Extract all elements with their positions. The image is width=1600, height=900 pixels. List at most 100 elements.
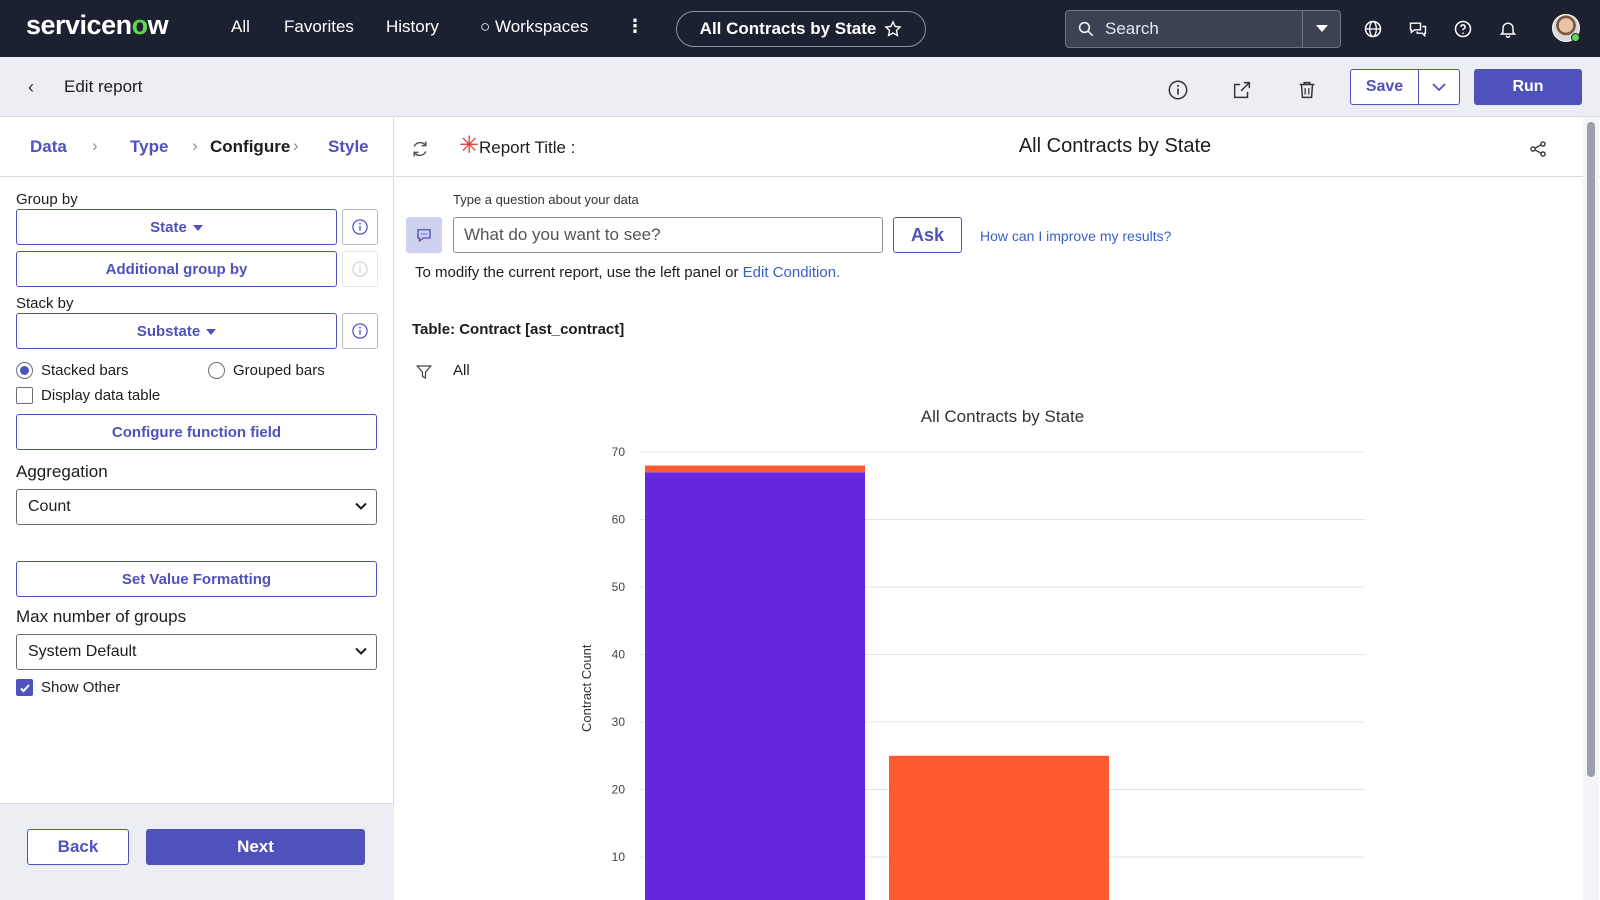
page-title: Edit report bbox=[64, 77, 143, 96]
stack-by-label: Stack by bbox=[16, 295, 74, 312]
refresh-icon[interactable] bbox=[410, 139, 430, 159]
chat-icon[interactable] bbox=[1408, 19, 1428, 39]
nlq-label: Type a question about your data bbox=[453, 192, 639, 207]
report-title-label: Report Title : bbox=[479, 138, 576, 157]
help-icon[interactable] bbox=[1453, 19, 1473, 39]
show-other-checkbox[interactable] bbox=[16, 679, 33, 696]
step-type[interactable]: Type bbox=[130, 137, 168, 157]
nav-all[interactable]: All bbox=[231, 17, 250, 37]
stacked-bars-radio[interactable] bbox=[16, 362, 33, 379]
bar-segment bbox=[645, 472, 865, 900]
nav-history[interactable]: History bbox=[386, 17, 439, 37]
run-button[interactable]: Run bbox=[1474, 69, 1582, 105]
edit-report-header: ‹ Edit report Save Run bbox=[0, 57, 1600, 117]
search-input[interactable]: Search bbox=[1105, 19, 1302, 39]
y-tick-label: 20 bbox=[612, 783, 626, 797]
chevron-down-icon bbox=[355, 647, 367, 655]
max-groups-label: Max number of groups bbox=[16, 607, 187, 626]
logo-text-o: o bbox=[131, 10, 149, 40]
report-title-field[interactable]: All Contracts by State bbox=[955, 135, 1275, 158]
save-split-button: Save bbox=[1350, 69, 1460, 105]
vertical-scrollbar[interactable] bbox=[1587, 122, 1595, 777]
nav-workspaces[interactable]: ○ Workspaces bbox=[480, 17, 588, 37]
grouped-bars-label: Grouped bars bbox=[233, 362, 325, 379]
bar-segment bbox=[889, 755, 1109, 900]
favorite-star-icon[interactable] bbox=[884, 20, 902, 38]
next-button[interactable]: Next bbox=[146, 829, 365, 865]
group-by-button[interactable]: State bbox=[16, 209, 337, 245]
filter-condition[interactable]: All bbox=[453, 362, 470, 379]
show-other-option[interactable]: Show Other bbox=[16, 679, 120, 696]
ask-button[interactable]: Ask bbox=[893, 217, 962, 253]
back-button[interactable]: Back bbox=[27, 829, 129, 865]
info-icon bbox=[352, 323, 368, 339]
additional-group-by-info-button bbox=[342, 251, 378, 287]
step-style[interactable]: Style bbox=[328, 137, 369, 157]
save-options-dropdown[interactable] bbox=[1419, 70, 1459, 104]
nlq-question-input[interactable]: What do you want to see? bbox=[453, 217, 883, 253]
info-icon bbox=[352, 261, 368, 277]
caret-down-icon bbox=[206, 329, 217, 335]
step-separator-icon: › bbox=[192, 136, 198, 155]
set-value-formatting-button[interactable]: Set Value Formatting bbox=[16, 561, 377, 597]
step-configure[interactable]: Configure bbox=[210, 137, 290, 157]
caret-down-icon bbox=[1315, 25, 1328, 32]
more-menu-icon[interactable]: ⋮ bbox=[626, 16, 644, 37]
filter-icon[interactable] bbox=[415, 363, 433, 381]
max-groups-select[interactable]: System Default bbox=[16, 634, 377, 670]
share-export-icon[interactable] bbox=[1231, 79, 1253, 101]
back-chevron-icon[interactable]: ‹ bbox=[28, 77, 34, 98]
edit-condition-link[interactable]: Edit Condition. bbox=[743, 264, 841, 281]
required-asterisk-icon: ✳ bbox=[459, 132, 480, 159]
nav-favorites[interactable]: Favorites bbox=[284, 17, 354, 37]
top-navigation-bar: servicenow All Favorites History ○ Works… bbox=[0, 0, 1600, 57]
report-preview-area: ✳ Report Title : All Contracts by State … bbox=[395, 117, 1600, 900]
chevron-down-icon bbox=[355, 502, 367, 510]
wizard-footer: Back Next bbox=[0, 803, 394, 900]
bar-segment bbox=[645, 465, 865, 473]
presence-indicator bbox=[1571, 33, 1580, 42]
aggregation-select[interactable]: Count bbox=[16, 489, 377, 525]
nlq-assistant-button[interactable] bbox=[406, 217, 442, 253]
chevron-down-icon bbox=[1432, 83, 1446, 92]
bar-chart: All Contracts by State 10 20 30 40 50 60 70 Cont… bbox=[579, 407, 1365, 900]
display-data-table-label: Display data table bbox=[41, 387, 161, 404]
group-by-info-button[interactable] bbox=[342, 209, 378, 245]
modify-hint: To modify the current report, use the le… bbox=[415, 264, 840, 281]
modify-hint-text: To modify the current report, use the le… bbox=[415, 264, 743, 281]
y-tick-label: 70 bbox=[612, 445, 626, 459]
share-network-icon[interactable] bbox=[1528, 139, 1548, 159]
step-data[interactable]: Data bbox=[30, 137, 67, 157]
search-scope-dropdown[interactable] bbox=[1302, 11, 1340, 47]
additional-group-by-button[interactable]: Additional group by bbox=[16, 251, 337, 287]
grouped-bars-radio[interactable] bbox=[208, 362, 225, 379]
y-tick-label: 60 bbox=[612, 513, 626, 527]
logo-text: servicen bbox=[26, 10, 132, 40]
improve-results-link[interactable]: How can I improve my results? bbox=[980, 228, 1171, 244]
display-data-table-option[interactable]: Display data table bbox=[16, 387, 160, 404]
grouped-bars-option[interactable]: Grouped bars bbox=[208, 362, 325, 379]
step-separator-icon: › bbox=[293, 136, 299, 155]
stack-by-button[interactable]: Substate bbox=[16, 313, 337, 349]
report-title-bar: ✳ Report Title : All Contracts by State bbox=[395, 117, 1600, 177]
configure-function-field-button[interactable]: Configure function field bbox=[16, 414, 377, 450]
info-icon[interactable] bbox=[1167, 79, 1189, 101]
wizard-steps: Data › Type › Configure › Style bbox=[0, 117, 394, 177]
stack-by-info-button[interactable] bbox=[342, 313, 378, 349]
y-tick-label: 40 bbox=[612, 648, 626, 662]
globe-icon[interactable] bbox=[1363, 19, 1383, 39]
servicenow-logo[interactable]: servicenow bbox=[26, 10, 169, 41]
context-title-pill[interactable]: All Contracts by State bbox=[676, 11, 926, 47]
aggregation-label: Aggregation bbox=[16, 462, 108, 481]
step-separator-icon: › bbox=[92, 136, 98, 155]
chat-bubble-icon bbox=[417, 229, 431, 243]
delete-trash-icon[interactable] bbox=[1296, 79, 1318, 101]
show-other-label: Show Other bbox=[41, 679, 121, 696]
global-search[interactable]: Search bbox=[1065, 10, 1341, 48]
search-icon bbox=[1078, 21, 1094, 37]
notification-bell-icon[interactable] bbox=[1498, 19, 1518, 39]
stacked-bars-option[interactable]: Stacked bars bbox=[16, 362, 129, 379]
display-data-table-checkbox[interactable] bbox=[16, 387, 33, 404]
stack-by-value: Substate bbox=[136, 322, 201, 340]
save-button[interactable]: Save bbox=[1351, 70, 1419, 104]
